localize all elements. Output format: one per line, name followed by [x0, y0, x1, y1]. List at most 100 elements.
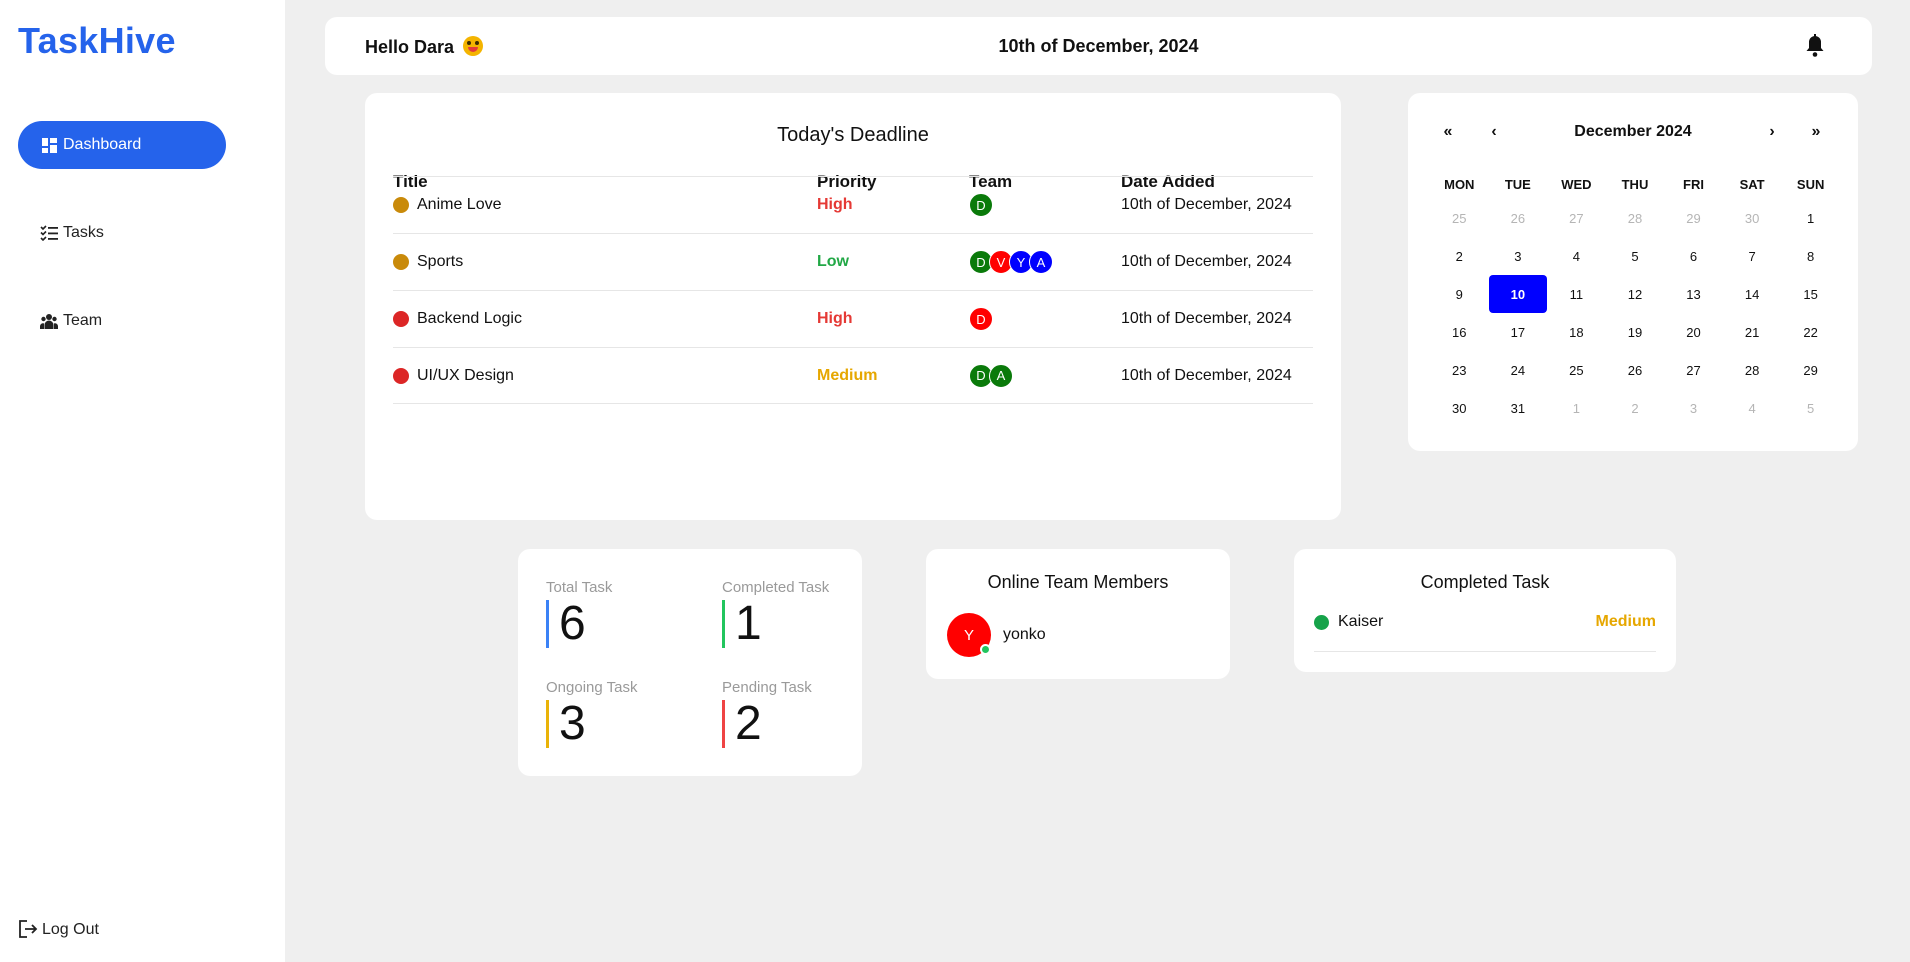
calendar-day[interactable]: 15	[1781, 275, 1840, 313]
task-stats-card: Total Task 6 Completed Task 1 Ongoing Ta…	[518, 549, 862, 776]
calendar-day-number: 30	[1452, 400, 1467, 416]
avatar[interactable]: D	[969, 193, 993, 217]
calendar-day[interactable]: 4	[1723, 389, 1782, 427]
calendar-day-number: 10	[1488, 275, 1547, 313]
avatar[interactable]: D	[969, 307, 993, 331]
calendar-day[interactable]: 24	[1489, 351, 1548, 389]
calendar-day[interactable]: 14	[1723, 275, 1782, 313]
calendar-day[interactable]: 17	[1489, 313, 1548, 351]
calendar-day[interactable]: 16	[1430, 313, 1489, 351]
sidebar-item-label: Team	[63, 312, 103, 329]
calendar-day-number: 22	[1803, 324, 1818, 340]
calendar-day-selected[interactable]: 10	[1488, 275, 1548, 313]
calendar-day[interactable]: 13	[1664, 275, 1723, 313]
stat-value: 6	[546, 600, 612, 648]
priority-badge: Medium	[817, 366, 878, 384]
calendar-day[interactable]: 1	[1781, 199, 1840, 237]
calendar-day[interactable]: 20	[1664, 313, 1723, 351]
calendar-day[interactable]: 6	[1664, 237, 1723, 275]
logout-label: Log Out	[42, 921, 99, 938]
calendar-day[interactable]: 26	[1606, 351, 1665, 389]
calendar-day[interactable]: 28	[1723, 351, 1782, 389]
next-year-button[interactable]: »	[1804, 123, 1828, 141]
completed-task-row[interactable]: Kaiser Medium	[1314, 609, 1656, 652]
online-member[interactable]: Y yonko	[947, 613, 1046, 657]
calendar-day[interactable]: 27	[1547, 199, 1606, 237]
calendar-day[interactable]: 25	[1430, 199, 1489, 237]
sidebar-item-dashboard[interactable]: Dashboard	[18, 121, 226, 169]
calendar-weekdays: MON TUE WED THU FRI SAT SUN	[1430, 177, 1840, 199]
table-row[interactable]: Backend Logic High D 10th of December, 2024	[393, 290, 1313, 347]
calendar-day[interactable]: 8	[1781, 237, 1840, 275]
calendar-day[interactable]: 29	[1781, 351, 1840, 389]
calendar-day-number: 1	[1807, 210, 1815, 226]
table-row[interactable]: Anime Love High D 10th of December, 2024	[393, 176, 1313, 233]
date-added: 10th of December, 2024	[1121, 366, 1292, 384]
avatar[interactable]: A	[989, 363, 1013, 388]
calendar-day[interactable]: 21	[1723, 313, 1782, 351]
calendar-month-label[interactable]: December 2024	[1408, 123, 1858, 141]
sidebar-item-team[interactable]: Team	[18, 297, 226, 345]
table-row[interactable]: Sports Low D V Y A 10th of December, 2024	[393, 233, 1313, 290]
calendar-day[interactable]: 29	[1664, 199, 1723, 237]
weekday-label: FRI	[1683, 177, 1704, 192]
calendar-day-number: 2	[1455, 248, 1463, 264]
calendar-day[interactable]: 2	[1606, 389, 1665, 427]
logout-icon	[18, 920, 38, 940]
priority-badge: High	[817, 310, 853, 327]
weekday-label: TUE	[1504, 177, 1531, 192]
task-title: UI/UX Design	[417, 366, 514, 384]
avatar[interactable]: A	[1029, 250, 1053, 274]
prev-year-button[interactable]: «	[1436, 123, 1460, 141]
calendar-day[interactable]: 3	[1664, 389, 1723, 427]
calendar-day-number: 25	[1569, 362, 1584, 378]
calendar-day[interactable]: 11	[1547, 275, 1606, 313]
calendar-day-number: 25	[1452, 210, 1467, 226]
next-month-button[interactable]: ›	[1760, 123, 1784, 141]
calendar-day[interactable]: 12	[1606, 275, 1665, 313]
calendar-day[interactable]: 30	[1723, 199, 1782, 237]
avatar: Y	[947, 613, 991, 657]
table-row[interactable]: UI/UX Design Medium D A 10th of December, 20…	[393, 347, 1313, 404]
calendar-day[interactable]: 2	[1430, 237, 1489, 275]
calendar-day[interactable]: 5	[1606, 237, 1665, 275]
avatar-initial: Y	[963, 626, 974, 644]
member-name: yonko	[1003, 626, 1046, 643]
calendar-day[interactable]: 1	[1547, 389, 1606, 427]
status-dot	[1314, 614, 1329, 630]
calendar-day[interactable]: 30	[1430, 389, 1489, 427]
notification-bell-icon[interactable]	[1804, 34, 1826, 58]
calendar-widget: « ‹ December 2024 › » MON TUE WED THU FRI SAT…	[1408, 93, 1858, 451]
calendar-days: 25 26 27 28 29 30 1 2 3 4 5 6 7 8 9 10 11 12 13 14 15 16 17 18 1…	[1430, 199, 1840, 427]
tasks-icon	[40, 224, 58, 242]
calendar-day[interactable]: 27	[1664, 351, 1723, 389]
prev-month-button[interactable]: ‹	[1482, 123, 1506, 141]
calendar-day[interactable]: 25	[1547, 351, 1606, 389]
stat-ongoing-task: Ongoing Task 3	[546, 679, 637, 748]
app-logo[interactable]: TaskHive	[18, 20, 176, 62]
calendar-day[interactable]: 31	[1489, 389, 1548, 427]
calendar-day[interactable]: 28	[1606, 199, 1665, 237]
calendar-day[interactable]: 26	[1489, 199, 1548, 237]
task-title-cell: Sports	[393, 253, 463, 271]
logout-button[interactable]: Log Out	[18, 920, 99, 940]
calendar-day[interactable]: 3	[1489, 237, 1548, 275]
calendar-day-number: 6	[1689, 248, 1698, 264]
calendar-day[interactable]: 5	[1781, 389, 1840, 427]
todays-deadline-card: Today's Deadline Title Priority Team Dat…	[365, 93, 1341, 520]
calendar-day[interactable]: 4	[1547, 237, 1606, 275]
calendar-day[interactable]: 9	[1430, 275, 1489, 313]
priority-badge: High	[817, 196, 853, 213]
task-title: Backend Logic	[417, 310, 522, 327]
calendar-day-number: 5	[1807, 400, 1815, 416]
calendar-day[interactable]: 23	[1430, 351, 1489, 389]
calendar-day[interactable]: 19	[1606, 313, 1665, 351]
calendar-day[interactable]: 7	[1723, 237, 1782, 275]
stat-total-task: Total Task 6	[546, 579, 612, 648]
sidebar-item-tasks[interactable]: Tasks	[18, 209, 226, 257]
stat-label: Pending Task	[722, 679, 812, 696]
calendar-day[interactable]: 22	[1781, 313, 1840, 351]
date-added: 10th of December, 2024	[1121, 253, 1292, 270]
calendar-day[interactable]: 18	[1547, 313, 1606, 351]
team-icon	[40, 312, 58, 330]
